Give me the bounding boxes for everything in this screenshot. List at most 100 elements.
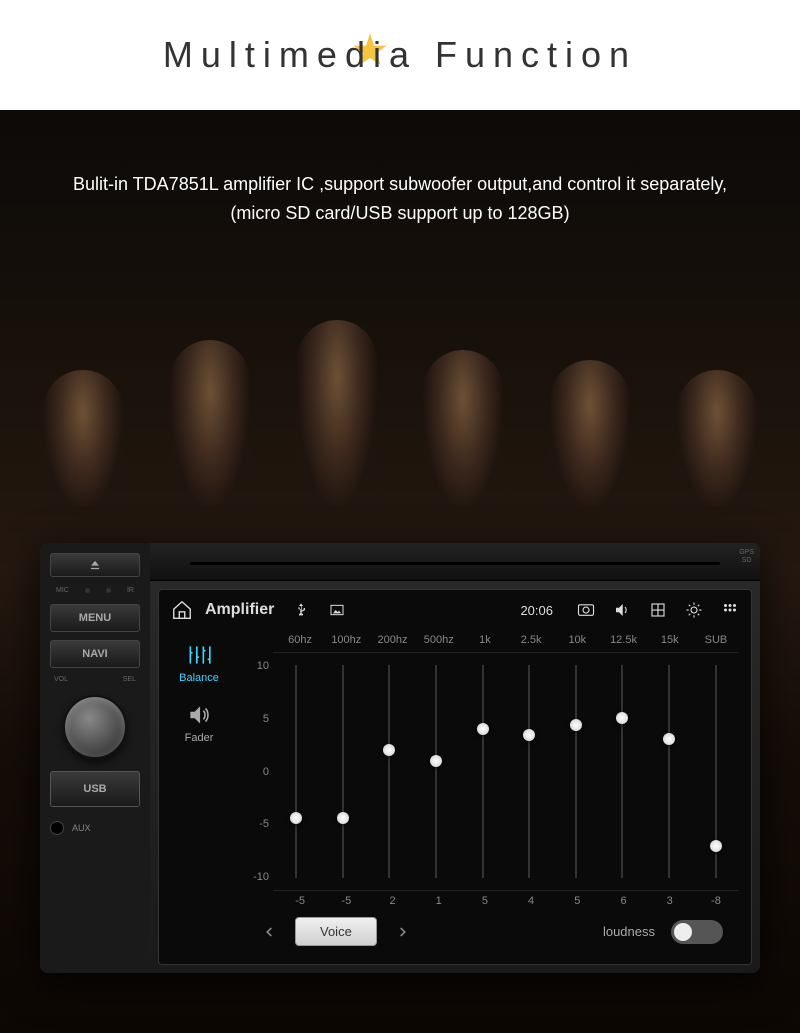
equalizer-icon — [186, 642, 212, 668]
stereo-screen-side: GPS SD Amplifier 20:06 — [150, 543, 760, 973]
eq-slider[interactable] — [273, 653, 320, 890]
eq-scale: 1050-5-10 — [243, 652, 273, 891]
eq-value: 6 — [600, 895, 646, 907]
eq-slider-thumb[interactable] — [337, 812, 349, 824]
mic-ir-row: MIC IR — [50, 585, 140, 596]
eq-band-label: 10k — [554, 634, 600, 646]
vol-label: VOL — [54, 676, 68, 683]
eq-scale-tick: 0 — [263, 766, 269, 778]
page-header: Multimedia Function — [0, 0, 800, 110]
usb-status-icon — [292, 601, 310, 619]
eq-slider[interactable] — [413, 653, 460, 890]
eq-slider[interactable] — [553, 653, 600, 890]
car-stereo-unit: MIC IR MENU NAVI VOL SEL USB AUX GPS — [40, 543, 760, 973]
eq-grid: 1050-5-10 — [243, 652, 739, 891]
chevron-right-icon — [396, 925, 410, 939]
sel-label: SEL — [123, 676, 136, 683]
fader-label: Fader — [185, 732, 214, 744]
page-title: Multimedia Function — [163, 34, 637, 76]
eject-button[interactable] — [50, 553, 140, 577]
eq-value: 5 — [462, 895, 508, 907]
status-bar: Amplifier 20:06 — [159, 590, 751, 630]
eq-slider-thumb[interactable] — [616, 712, 628, 724]
eq-value: 3 — [647, 895, 693, 907]
loudness-toggle[interactable] — [671, 920, 723, 944]
eq-band-label: 1k — [462, 634, 508, 646]
preset-bar: Voice loudness — [243, 907, 739, 956]
ir-sensor — [106, 588, 111, 593]
aux-port: AUX — [50, 821, 140, 835]
screen-body: Balance Fader 60hz100hz200hz500hz1k2.5k1… — [159, 630, 751, 964]
eq-slider[interactable] — [366, 653, 413, 890]
hero-section: Bulit-in TDA7851L amplifier IC ,support … — [0, 110, 800, 1033]
eq-band-label: 100hz — [323, 634, 369, 646]
loudness-label: loudness — [603, 924, 655, 939]
orchestra-background — [0, 260, 800, 510]
eq-band-label: SUB — [693, 634, 739, 646]
sidebar-item-fader[interactable]: Fader — [185, 702, 214, 744]
eq-slider-thumb[interactable] — [430, 755, 442, 767]
eq-values: -5-52154563-8 — [243, 895, 739, 907]
mic-hole — [85, 588, 90, 593]
toggle-thumb — [674, 923, 692, 941]
eq-scale-tick: 5 — [263, 713, 269, 725]
touchscreen: Amplifier 20:06 Balance — [158, 589, 752, 965]
apps-icon[interactable] — [721, 601, 739, 619]
volume-knob[interactable] — [63, 695, 127, 759]
eq-scale-tick: -10 — [253, 871, 269, 883]
app-title: Amplifier — [205, 601, 274, 619]
eq-slider-thumb[interactable] — [477, 723, 489, 735]
ir-label: IR — [127, 587, 134, 594]
eq-value: 4 — [508, 895, 554, 907]
clock: 20:06 — [520, 603, 553, 618]
eq-value: -5 — [323, 895, 369, 907]
eq-band-label: 2.5k — [508, 634, 554, 646]
eject-icon — [88, 558, 102, 572]
eq-band-labels: 60hz100hz200hz500hz1k2.5k10k12.5k15kSUB — [243, 634, 739, 646]
eq-slider[interactable] — [320, 653, 367, 890]
eq-value: -8 — [693, 895, 739, 907]
eq-value: 5 — [554, 895, 600, 907]
eq-slider[interactable] — [692, 653, 739, 890]
preset-button[interactable]: Voice — [295, 917, 377, 946]
eq-slider-thumb[interactable] — [290, 812, 302, 824]
eq-slider[interactable] — [506, 653, 553, 890]
eq-value: -5 — [277, 895, 323, 907]
aux-jack[interactable] — [50, 821, 64, 835]
equalizer-area: 60hz100hz200hz500hz1k2.5k10k12.5k15kSUB … — [239, 630, 751, 964]
stereo-hardware-panel: MIC IR MENU NAVI VOL SEL USB AUX — [40, 543, 150, 973]
eq-scale-tick: -5 — [259, 818, 269, 830]
preset-prev[interactable] — [259, 922, 279, 942]
eq-slider-thumb[interactable] — [570, 719, 582, 731]
fullscreen-icon[interactable] — [649, 601, 667, 619]
eq-value: 1 — [416, 895, 462, 907]
speaker-icon — [186, 702, 212, 728]
image-status-icon — [328, 601, 346, 619]
brightness-icon[interactable] — [685, 601, 703, 619]
volume-icon[interactable] — [613, 601, 631, 619]
eq-slider-thumb[interactable] — [710, 840, 722, 852]
eq-slider[interactable] — [459, 653, 506, 890]
usb-button[interactable]: USB — [50, 771, 140, 807]
home-icon[interactable] — [171, 599, 193, 621]
sidebar-item-balance[interactable]: Balance — [179, 642, 219, 684]
eq-slider-thumb[interactable] — [523, 729, 535, 741]
navi-button[interactable]: NAVI — [50, 640, 140, 668]
eq-band-label: 200hz — [369, 634, 415, 646]
chevron-left-icon — [262, 925, 276, 939]
eq-slider[interactable] — [599, 653, 646, 890]
dvd-slot[interactable]: GPS SD — [150, 543, 760, 581]
eq-slider-thumb[interactable] — [383, 744, 395, 756]
eq-sidebar: Balance Fader — [159, 630, 239, 964]
eq-slider-thumb[interactable] — [663, 733, 675, 745]
aux-label: AUX — [72, 823, 91, 833]
preset-next[interactable] — [393, 922, 413, 942]
eq-value: 2 — [369, 895, 415, 907]
menu-button[interactable]: MENU — [50, 604, 140, 632]
camera-icon[interactable] — [577, 601, 595, 619]
eq-band-label: 15k — [647, 634, 693, 646]
feature-description: Bulit-in TDA7851L amplifier IC ,support … — [0, 170, 800, 228]
balance-label: Balance — [179, 672, 219, 684]
eq-slider[interactable] — [646, 653, 693, 890]
knob-labels: VOL SEL — [50, 676, 140, 683]
